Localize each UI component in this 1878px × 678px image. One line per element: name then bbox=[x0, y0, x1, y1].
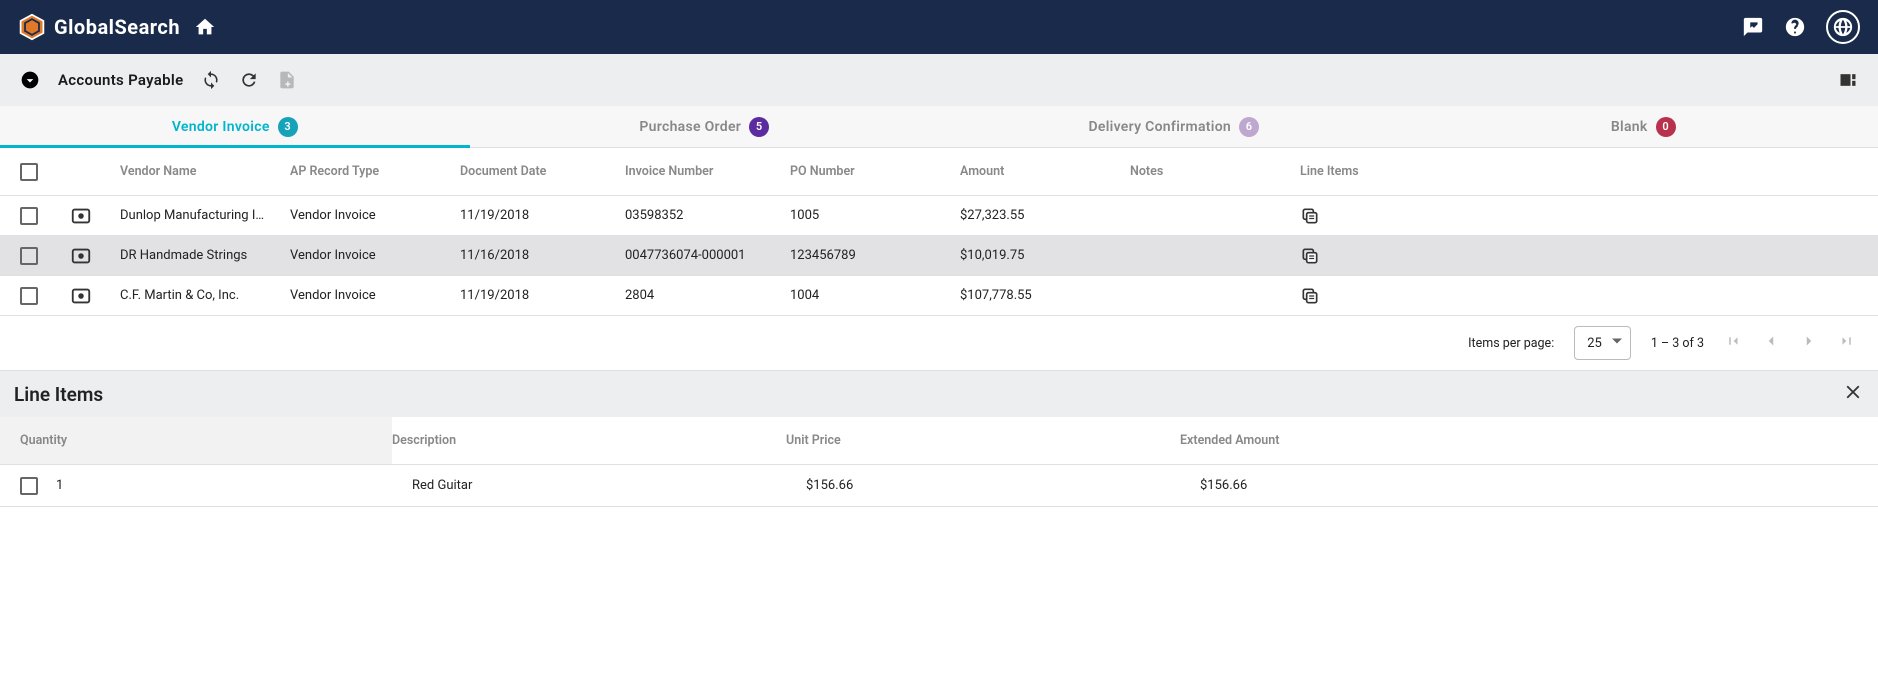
li-cell-unitprice: $156.66 bbox=[806, 478, 1200, 493]
records-table: Vendor Name AP Record Type Document Date… bbox=[0, 148, 1878, 316]
li-col-extended[interactable]: Extended Amount bbox=[1180, 433, 1858, 448]
cell-date: 11/19/2018 bbox=[460, 208, 625, 223]
cell-invoice: 03598352 bbox=[625, 208, 790, 223]
li-col-unitprice[interactable]: Unit Price bbox=[786, 433, 1180, 448]
view-record-icon[interactable] bbox=[70, 205, 92, 227]
select-all-checkbox[interactable] bbox=[20, 163, 38, 181]
tab-badge: 6 bbox=[1239, 117, 1259, 137]
collapse-button[interactable] bbox=[20, 70, 40, 90]
col-header-vendor[interactable]: Vendor Name bbox=[120, 164, 290, 179]
line-item-row[interactable]: 1Red Guitar$156.66$156.66 bbox=[0, 465, 1878, 507]
li-row-checkbox[interactable] bbox=[20, 477, 38, 495]
globe-button[interactable] bbox=[1826, 10, 1860, 44]
tab-delivery-confirmation[interactable]: Delivery Confirmation 6 bbox=[939, 106, 1409, 147]
pagination-range: 1 – 3 of 3 bbox=[1651, 336, 1704, 351]
close-line-items-button[interactable] bbox=[1842, 381, 1864, 407]
cell-vendor: Dunlop Manufacturing I… bbox=[120, 208, 290, 223]
row-checkbox[interactable] bbox=[20, 247, 38, 265]
row-checkbox[interactable] bbox=[20, 287, 38, 305]
cell-amount: $10,019.75 bbox=[960, 248, 1130, 263]
line-items-icon[interactable] bbox=[1300, 286, 1320, 306]
help-icon[interactable] bbox=[1784, 16, 1806, 38]
col-header-po[interactable]: PO Number bbox=[790, 164, 960, 179]
line-items-header: Line Items bbox=[0, 371, 1878, 417]
hex-logo-icon bbox=[18, 13, 46, 41]
li-col-quantity[interactable]: Quantity bbox=[20, 433, 67, 448]
cell-vendor: C.F. Martin & Co, Inc. bbox=[120, 288, 290, 303]
tab-badge: 3 bbox=[278, 117, 298, 137]
tab-label: Vendor Invoice bbox=[172, 119, 270, 135]
tab-label: Blank bbox=[1611, 119, 1648, 135]
view-record-icon[interactable] bbox=[70, 245, 92, 267]
table-row[interactable]: Dunlop Manufacturing I…Vendor Invoice11/… bbox=[0, 196, 1878, 236]
document-add-icon bbox=[277, 70, 297, 90]
table-header-row: Vendor Name AP Record Type Document Date… bbox=[0, 148, 1878, 196]
col-header-invoice[interactable]: Invoice Number bbox=[625, 164, 790, 179]
tab-vendor-invoice[interactable]: Vendor Invoice 3 bbox=[0, 106, 470, 147]
line-items-title: Line Items bbox=[14, 383, 103, 406]
row-checkbox[interactable] bbox=[20, 207, 38, 225]
tab-badge: 0 bbox=[1656, 117, 1676, 137]
table-row[interactable]: DR Handmade StringsVendor Invoice11/16/2… bbox=[0, 236, 1878, 276]
tabs: Vendor Invoice 3 Purchase Order 5 Delivery C… bbox=[0, 106, 1878, 148]
top-header: GlobalSearch bbox=[0, 0, 1878, 54]
cell-type: Vendor Invoice bbox=[290, 208, 460, 223]
cell-po: 1005 bbox=[790, 208, 960, 223]
tab-badge: 5 bbox=[749, 117, 769, 137]
li-cell-quantity: 1 bbox=[56, 478, 412, 493]
li-col-description[interactable]: Description bbox=[392, 433, 786, 448]
items-per-page-label: Items per page: bbox=[1468, 336, 1554, 351]
prev-page-button[interactable] bbox=[1762, 332, 1780, 354]
cell-type: Vendor Invoice bbox=[290, 288, 460, 303]
cell-type: Vendor Invoice bbox=[290, 248, 460, 263]
tab-blank[interactable]: Blank 0 bbox=[1409, 106, 1878, 147]
cell-invoice: 2804 bbox=[625, 288, 790, 303]
tab-label: Delivery Confirmation bbox=[1088, 119, 1231, 135]
brand-name: GlobalSearch bbox=[54, 15, 180, 39]
caret-down-icon bbox=[1612, 336, 1622, 351]
line-items-table-header: Quantity Description Unit Price Extended… bbox=[0, 417, 1878, 465]
first-page-button[interactable] bbox=[1724, 332, 1742, 354]
cell-invoice: 0047736074-000001 bbox=[625, 248, 790, 263]
brand-logo[interactable]: GlobalSearch bbox=[18, 13, 180, 41]
cell-date: 11/19/2018 bbox=[460, 288, 625, 303]
sync-icon[interactable] bbox=[201, 70, 221, 90]
view-record-icon[interactable] bbox=[70, 285, 92, 307]
toolbar: Accounts Payable bbox=[0, 54, 1878, 106]
items-per-page-select[interactable]: 25 bbox=[1574, 326, 1631, 360]
li-cell-description: Red Guitar bbox=[412, 478, 806, 493]
cell-po: 123456789 bbox=[790, 248, 960, 263]
layout-toggle-icon[interactable] bbox=[1838, 70, 1858, 90]
share-icon[interactable] bbox=[1742, 16, 1764, 38]
page-title: Accounts Payable bbox=[58, 71, 183, 89]
cell-vendor: DR Handmade Strings bbox=[120, 248, 290, 263]
li-cell-extended: $156.66 bbox=[1200, 478, 1858, 493]
tab-purchase-order[interactable]: Purchase Order 5 bbox=[470, 106, 940, 147]
cell-date: 11/16/2018 bbox=[460, 248, 625, 263]
table-row[interactable]: C.F. Martin & Co, Inc.Vendor Invoice11/1… bbox=[0, 276, 1878, 316]
pagination: Items per page: 25 1 – 3 of 3 bbox=[0, 316, 1878, 371]
home-button[interactable] bbox=[194, 16, 216, 38]
col-header-date[interactable]: Document Date bbox=[460, 164, 625, 179]
col-header-amount[interactable]: Amount bbox=[960, 164, 1130, 179]
col-header-notes[interactable]: Notes bbox=[1130, 164, 1300, 179]
line-items-icon[interactable] bbox=[1300, 206, 1320, 226]
last-page-button[interactable] bbox=[1838, 332, 1856, 354]
refresh-icon[interactable] bbox=[239, 70, 259, 90]
line-items-icon[interactable] bbox=[1300, 246, 1320, 266]
cell-po: 1004 bbox=[790, 288, 960, 303]
col-header-type[interactable]: AP Record Type bbox=[290, 164, 460, 179]
cell-amount: $27,323.55 bbox=[960, 208, 1130, 223]
cell-amount: $107,778.55 bbox=[960, 288, 1130, 303]
tab-label: Purchase Order bbox=[639, 119, 741, 135]
next-page-button[interactable] bbox=[1800, 332, 1818, 354]
col-header-lineitems[interactable]: Line Items bbox=[1300, 164, 1360, 179]
